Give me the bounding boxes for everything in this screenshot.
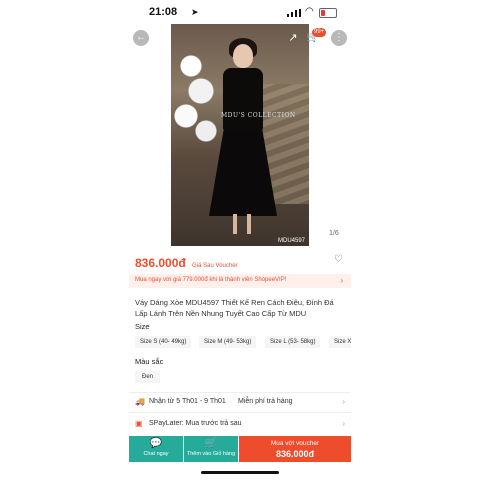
- size-label: Size: [135, 322, 150, 331]
- buy-label: Mua với voucher: [270, 440, 320, 447]
- model-face: [233, 44, 253, 68]
- flowers-decor: [171, 36, 219, 146]
- color-option[interactable]: Đen: [135, 371, 161, 383]
- wallet-icon: ▣: [135, 419, 143, 428]
- add-to-cart-button[interactable]: 🛒 Thêm vào Giỏ hàng: [184, 436, 238, 462]
- divider: [129, 412, 351, 413]
- chat-icon: 💬: [149, 438, 163, 449]
- size-option[interactable]: Size X: [329, 336, 351, 348]
- vip-text: Mua ngay với giá 779.000đ khi là thành v…: [135, 277, 287, 283]
- buy-with-voucher-button[interactable]: Mua với voucher 836.000đ: [239, 436, 351, 462]
- price-row: 836.000đ Giá Sau Voucher ♡: [135, 254, 345, 270]
- image-page-indicator: 1/6: [329, 230, 339, 237]
- shipping-row[interactable]: 🚚 Nhận từ 5 Th01 - 9 Th01 Miễn phí trả h…: [135, 396, 347, 410]
- product-image[interactable]: MDU'S COLLECTION MDU4597: [171, 24, 309, 246]
- chevron-right-icon: ›: [342, 397, 345, 406]
- paylater-text: SPayLater: Mua trước trả sau: [149, 420, 242, 427]
- location-arrow-icon: ➤: [191, 7, 199, 17]
- heart-icon[interactable]: ♡: [334, 254, 343, 265]
- status-bar: 21:08 ➤ ◠: [129, 0, 351, 24]
- model-leg: [247, 214, 251, 234]
- color-label: Màu sắc: [135, 357, 164, 366]
- paylater-row[interactable]: ▣ SPayLater: Mua trước trả sau ›: [135, 418, 347, 432]
- price: 836.000đ: [135, 256, 186, 270]
- product-title: Váy Dáng Xòe MDU4597 Thiết Kế Ren Cách Đ…: [135, 298, 334, 318]
- home-indicator: [201, 471, 279, 474]
- phone-screen: 21:08 ➤ ◠ MDU'S COLLECTION MDU4597 ← ↗ 🛒…: [129, 0, 351, 480]
- dress-bodice: [223, 68, 263, 130]
- signal-icon: [287, 9, 301, 17]
- chat-label: Chat ngay: [143, 451, 169, 457]
- size-option[interactable]: Size M (49- 53kg): [199, 336, 257, 348]
- cart-plus-icon: 🛒: [204, 438, 218, 449]
- chat-button[interactable]: 💬 Chat ngay: [129, 436, 183, 462]
- status-time: 21:08: [149, 6, 178, 18]
- more-icon[interactable]: ⋮: [331, 30, 347, 46]
- delivery-text: Nhận từ 5 Th01 - 9 Th01: [149, 398, 226, 405]
- model-leg: [233, 214, 237, 234]
- chevron-right-icon: ›: [342, 419, 345, 428]
- price-note: Giá Sau Voucher: [192, 263, 238, 269]
- buy-price: 836.000đ: [275, 449, 315, 459]
- image-caption: MDU'S COLLECTION: [221, 112, 296, 119]
- bottom-action-bar: 💬 Chat ngay 🛒 Thêm vào Giỏ hàng Mua với …: [129, 436, 351, 462]
- size-option[interactable]: Size L (53- 58kg): [265, 336, 321, 348]
- wifi-icon: ◠: [305, 6, 314, 17]
- vip-banner[interactable]: Mua ngay với giá 779.000đ khi là thành v…: [129, 274, 351, 288]
- cart-badge: 99+: [312, 28, 327, 37]
- returns-text: Miễn phí trả hàng: [238, 398, 293, 405]
- battery-icon: [319, 8, 337, 18]
- share-icon[interactable]: ↗: [285, 30, 301, 46]
- back-arrow-icon[interactable]: ←: [133, 30, 149, 46]
- truck-icon: 🚚: [135, 397, 145, 406]
- size-option[interactable]: Size S (40- 49kg): [135, 336, 192, 348]
- product-code: MDU4597: [277, 238, 305, 244]
- chevron-right-icon: ›: [340, 276, 343, 285]
- add-cart-label: Thêm vào Giỏ hàng: [186, 451, 236, 457]
- divider: [129, 392, 351, 393]
